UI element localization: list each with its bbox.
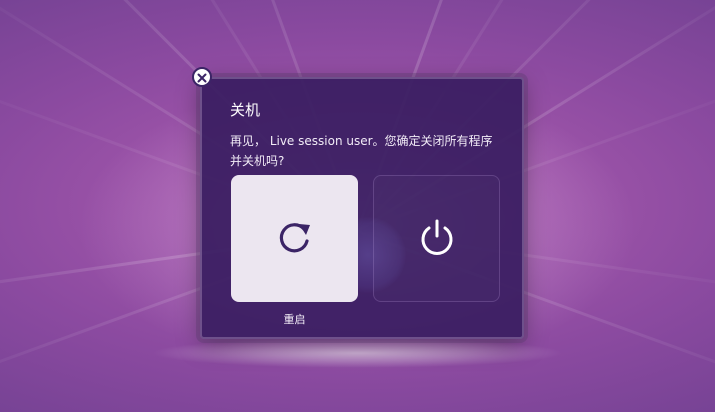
shutdown-dialog: 关机 再见， Live session user。您确定关闭所有程序并关机吗? … [200, 77, 524, 339]
close-icon [197, 68, 207, 87]
restart-button[interactable] [231, 175, 358, 302]
restart-icon [273, 215, 317, 263]
close-button[interactable] [192, 67, 212, 87]
dialog-title: 关机 [230, 101, 261, 119]
floor-glow [150, 338, 565, 368]
power-off-button[interactable] [373, 175, 500, 302]
restart-label: 重启 [283, 313, 306, 326]
power-icon [415, 215, 459, 263]
dialog-message: 再见， Live session user。您确定关闭所有程序并关机吗? [230, 134, 493, 168]
